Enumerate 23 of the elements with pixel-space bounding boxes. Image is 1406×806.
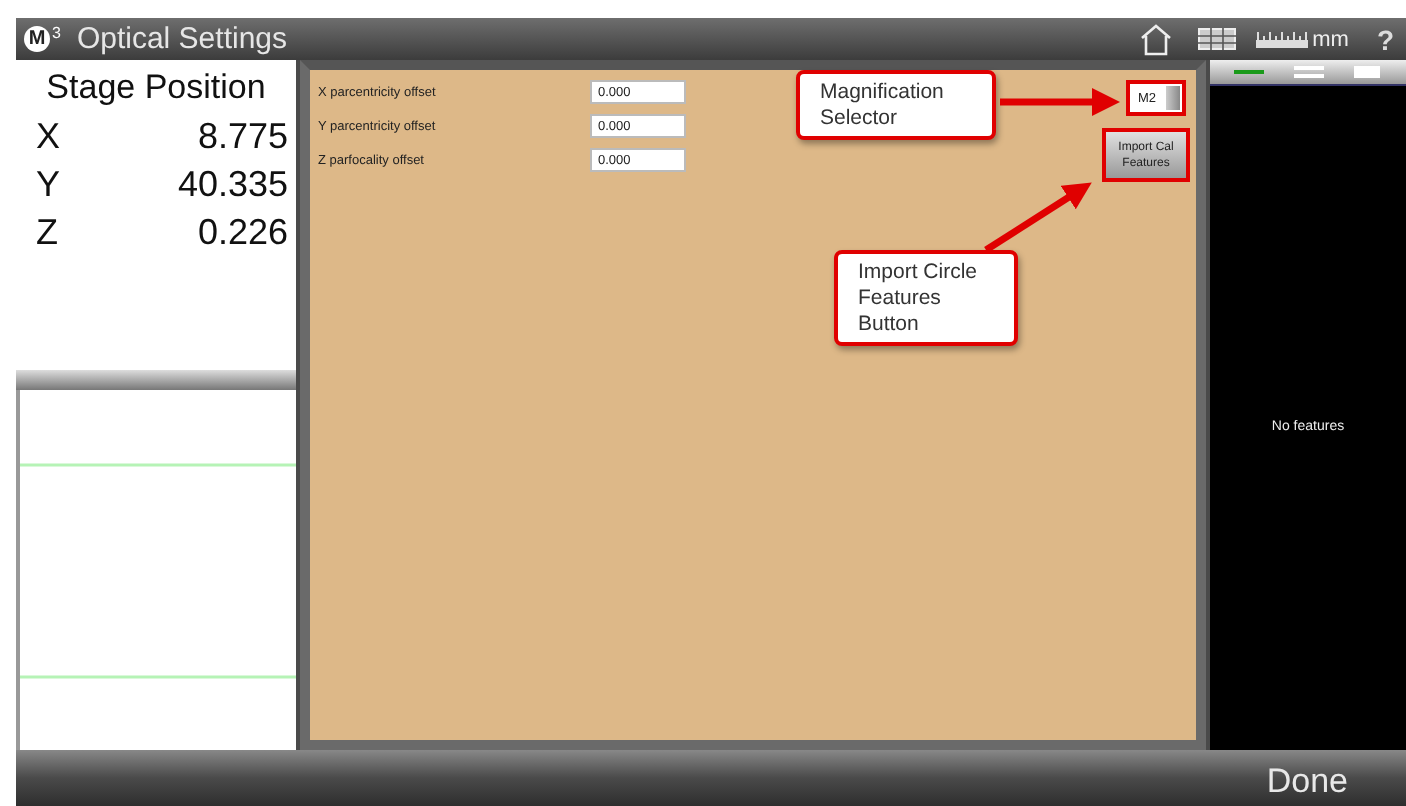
ruler-icon[interactable] bbox=[1256, 29, 1309, 49]
callout-note: Magnification Selector bbox=[796, 70, 996, 140]
done-button[interactable]: Done bbox=[1258, 758, 1356, 806]
panel-title: Stage Position bbox=[44, 68, 268, 108]
axis-label: Z bbox=[36, 211, 58, 253]
help-button[interactable]: ? bbox=[1376, 23, 1394, 55]
view-tab[interactable] bbox=[1233, 64, 1263, 80]
window-title: Optical Settings bbox=[76, 22, 288, 56]
splitter-bar[interactable] bbox=[16, 370, 296, 390]
callout-arrow bbox=[1000, 88, 1120, 116]
axis-value: 8.775 bbox=[197, 115, 288, 157]
table-icon[interactable] bbox=[1198, 28, 1237, 50]
units-label[interactable]: mm bbox=[1312, 27, 1349, 51]
axis-value: 40.335 bbox=[177, 163, 288, 205]
axis-value: 0.226 bbox=[197, 211, 288, 253]
axis-label: X bbox=[36, 115, 61, 157]
axis-label: Y bbox=[36, 163, 61, 205]
view-tab[interactable] bbox=[1353, 64, 1383, 80]
callout-note: Import Circle Features Button bbox=[834, 250, 1018, 346]
home-icon[interactable] bbox=[1138, 22, 1175, 56]
callout-arrow bbox=[984, 182, 1092, 253]
app-logo: M 3 bbox=[24, 26, 61, 52]
view-tab[interactable] bbox=[1293, 64, 1323, 80]
